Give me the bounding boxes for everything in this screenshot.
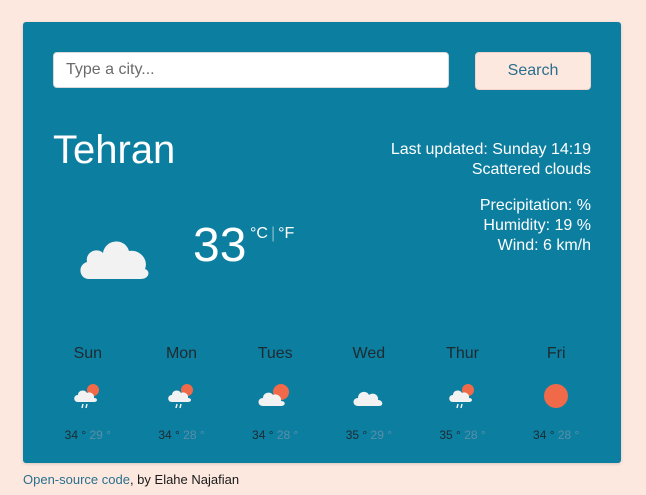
forecast-min: 28 ° — [464, 428, 486, 442]
city-name: Tehran — [53, 128, 176, 172]
city-search-input[interactable] — [53, 52, 449, 88]
forecast-max: 34 ° — [158, 428, 180, 442]
forecast-temps: 34 ° 28 ° — [228, 428, 322, 442]
forecast-max: 35 ° — [439, 428, 461, 442]
weather-card: Search Tehran Last updated: Sunday 14:19… — [23, 22, 621, 463]
search-button[interactable]: Search — [475, 52, 591, 90]
forecast-max: 34 ° — [252, 428, 274, 442]
cloud-rain-sun-icon — [41, 376, 135, 416]
forecast-day: Thur 35 ° 28 ° — [416, 344, 510, 442]
forecast-min: 28 ° — [557, 428, 580, 442]
cloud-rain-sun-icon — [135, 376, 229, 416]
forecast-temps: 35 ° 28 ° — [416, 428, 510, 442]
forecast-day: Mon 34 ° 28 ° — [135, 344, 229, 442]
forecast-day-name: Fri — [546, 345, 566, 362]
celsius-toggle[interactable]: °C — [250, 225, 268, 242]
weather-details: Precipitation: % Humidity: 19 % Wind: 6 … — [480, 196, 591, 256]
forecast-max: 35 ° — [345, 428, 368, 442]
forecast-temps: 35 ° 29 ° — [322, 428, 416, 442]
weather-summary: Last updated: Sunday 14:19 Scattered clo… — [391, 140, 591, 180]
footer: Open-source code, by Elahe Najafian — [23, 472, 239, 488]
forecast-temps: 34 ° 29 ° — [41, 428, 135, 442]
forecast-temps: 34 ° 28 ° — [135, 428, 229, 442]
forecast-max: 34 ° — [533, 428, 555, 442]
weather-description: Scattered clouds — [471, 161, 591, 178]
forecast-min: 29 ° — [370, 428, 392, 442]
unit-switcher: °C | °F — [250, 224, 294, 244]
wind: Wind: 6 km/h — [497, 237, 591, 254]
author-credit: , by Elahe Najafian — [129, 472, 240, 487]
source-code-link[interactable]: Open-source code — [23, 472, 130, 487]
forecast-day: Tues 34 ° 28 ° — [228, 344, 322, 442]
forecast-day-name: Thur — [446, 345, 479, 362]
forecast-min: 28 ° — [183, 428, 205, 442]
forecast-day: Wed 35 ° 29 ° — [322, 344, 416, 442]
last-updated: Last updated: Sunday 14:19 — [390, 141, 591, 158]
forecast-day-name: Tues — [257, 345, 293, 362]
forecast-min: 28 ° — [276, 428, 299, 442]
cloud-icon — [75, 227, 151, 286]
forecast-day-name: Mon — [165, 345, 198, 362]
cloud-rain-sun-icon — [416, 376, 510, 416]
sun-icon — [509, 376, 603, 416]
forecast-max: 34 ° — [64, 428, 87, 442]
forecast: Sun 34 ° 29 ° Mon 34 ° 28 ° Tues 34 ° 28… — [41, 344, 603, 442]
cloud-sun-icon — [228, 376, 322, 416]
current-temperature: 33 — [193, 219, 247, 272]
unit-separator: | — [270, 225, 276, 242]
fahrenheit-toggle[interactable]: °F — [278, 225, 294, 242]
forecast-temps: 34 ° 28 ° — [509, 428, 603, 442]
cloud-icon — [322, 376, 416, 416]
forecast-day: Sun 34 ° 29 ° — [41, 344, 135, 442]
forecast-day-name: Sun — [73, 345, 103, 362]
precipitation: Precipitation: % — [479, 197, 591, 214]
forecast-day-name: Wed — [352, 345, 386, 362]
humidity: Humidity: 19 % — [483, 217, 591, 234]
forecast-min: 29 ° — [89, 428, 111, 442]
forecast-day: Fri 34 ° 28 ° — [509, 344, 603, 442]
